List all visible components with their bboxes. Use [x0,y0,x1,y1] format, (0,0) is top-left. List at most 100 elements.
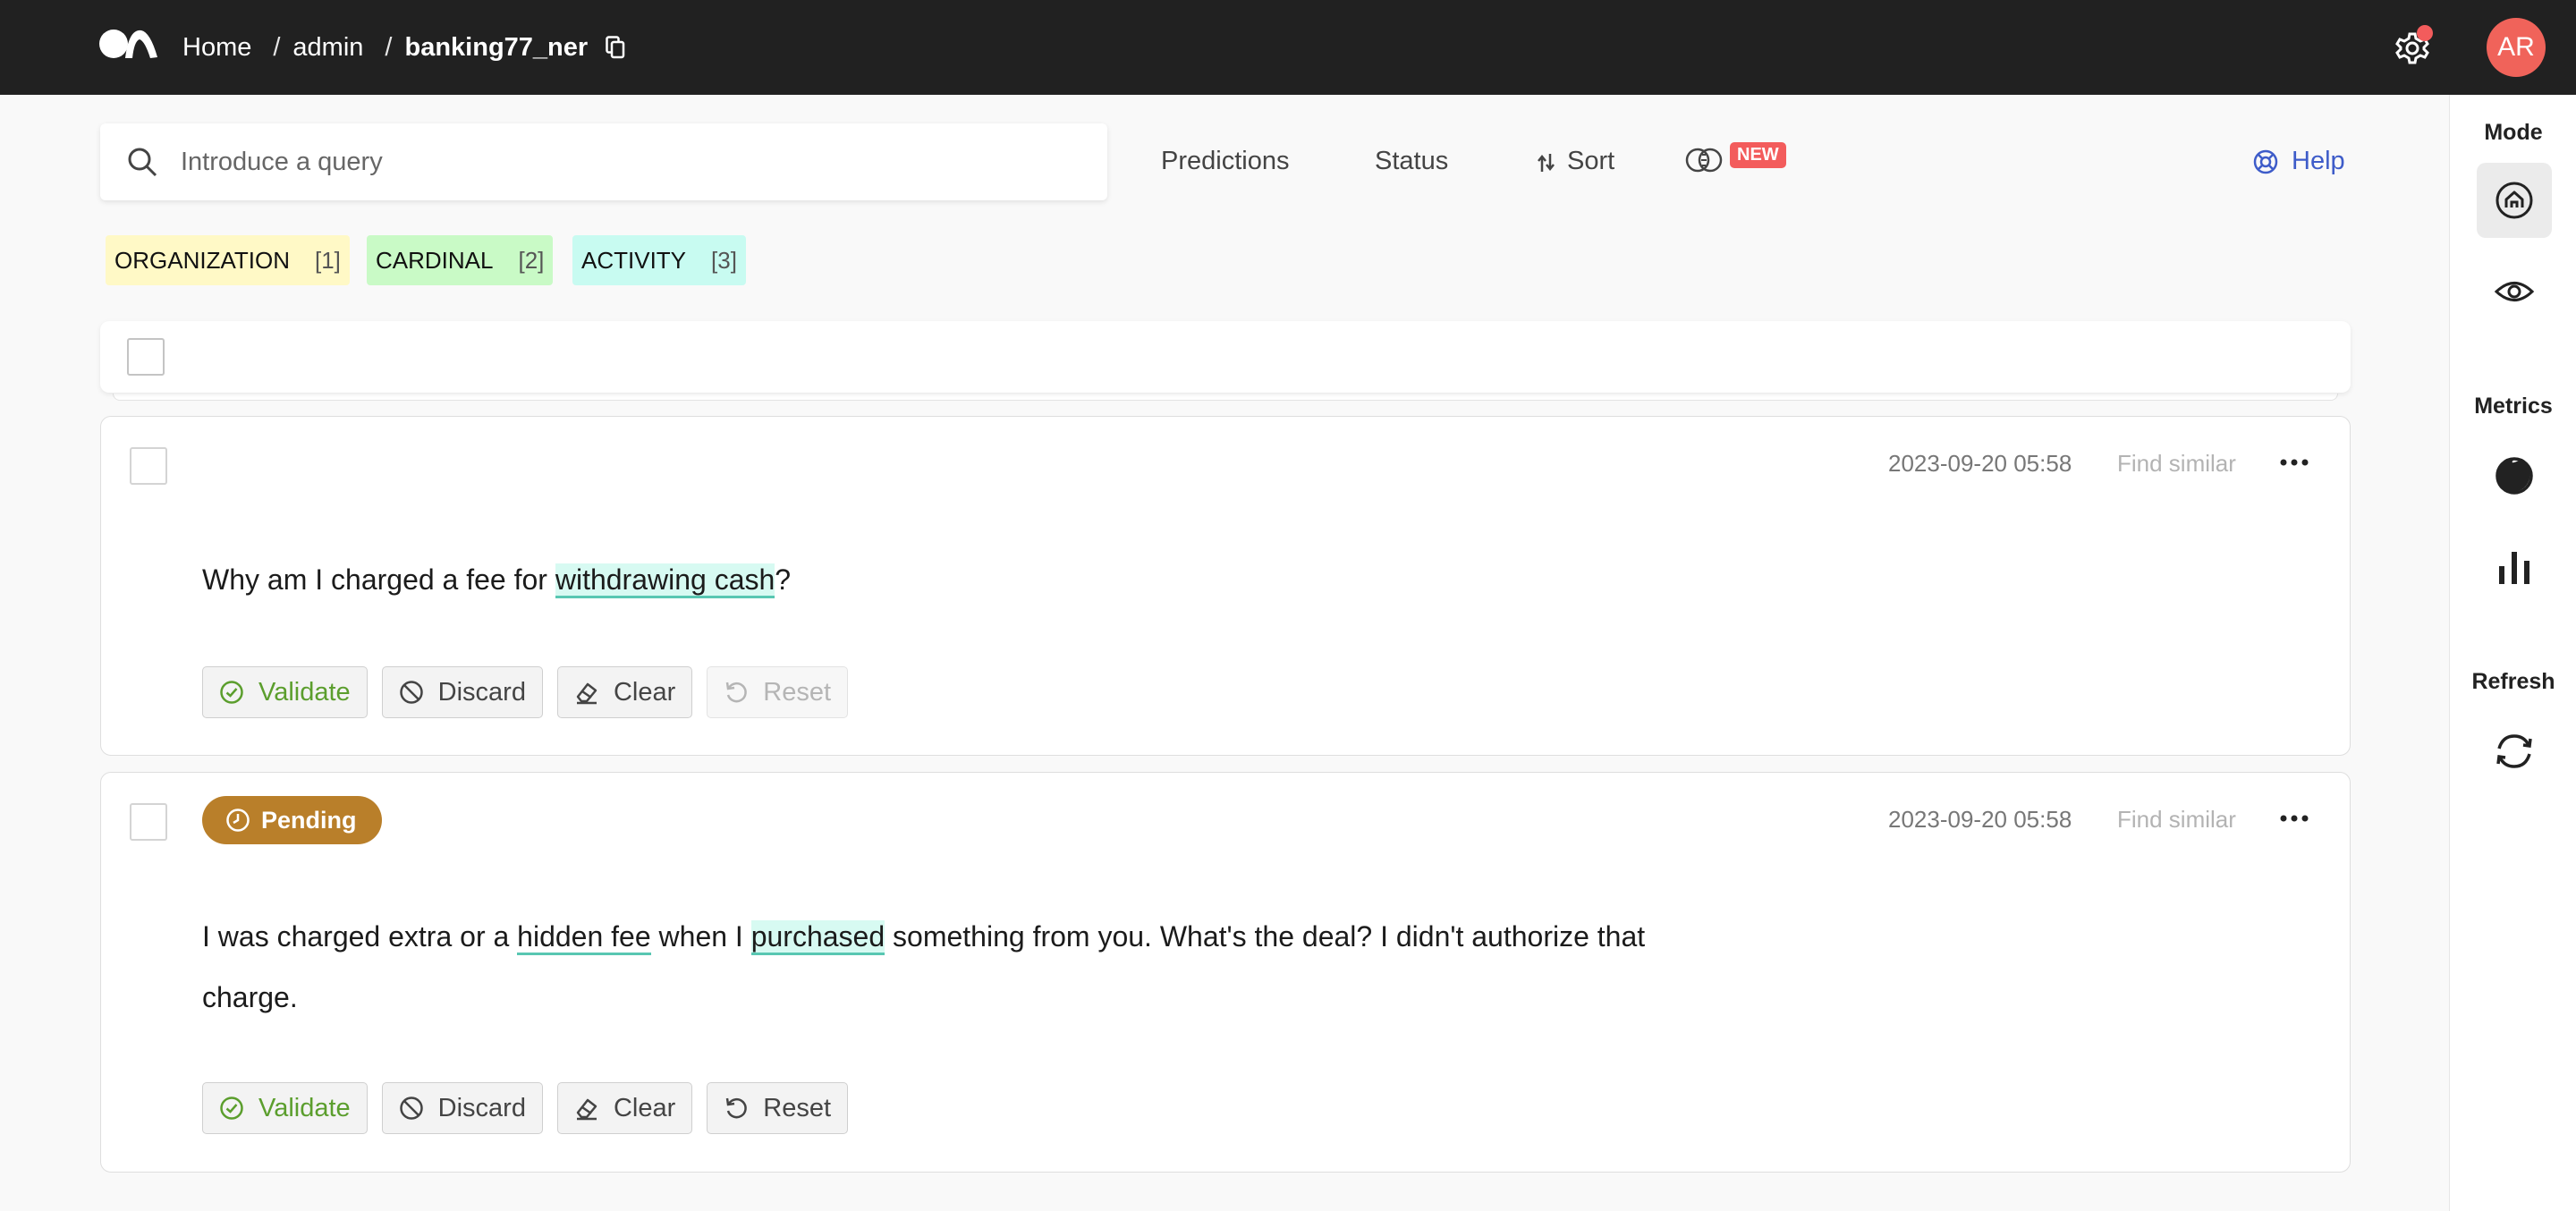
similarity-filter[interactable]: NEW [1683,141,1786,174]
label-chip-name: ACTIVITY [581,246,687,274]
search-bar [100,123,1107,200]
record-text: I was charged extra or a hidden fee when… [202,906,1723,1028]
label-chip-activity[interactable]: ACTIVITY [3] [572,235,746,285]
sort-filter[interactable]: Sort [1537,147,1614,176]
eraser-icon [576,1098,597,1121]
text-segment: I was charged extra or a [202,920,518,953]
new-badge: NEW [1730,141,1786,168]
metrics-title: Metrics [2474,394,2553,419]
refresh-icon [2496,734,2532,768]
search-icon [128,148,157,177]
label-chip-name: ORGANIZATION [114,246,290,274]
annotate-mode-button[interactable] [2477,163,2552,238]
bar-chart-icon [2499,552,2529,584]
validate-button[interactable]: Validate [202,1082,368,1134]
more-options-icon[interactable] [2280,458,2309,467]
refresh-button[interactable] [2477,714,2552,789]
more-options-icon[interactable] [2280,814,2309,823]
reset-label: Reset [763,1093,832,1122]
lifebuoy-icon [2253,149,2278,174]
discard-label: Discard [437,1093,526,1122]
reset-icon [726,682,748,703]
help-label: Help [2292,147,2345,175]
help-link[interactable]: Help [2252,147,2345,176]
breadcrumb-dataset: banking77_ner [404,32,589,62]
list-stack-edge [113,394,2338,401]
text-segment: when I [650,920,751,953]
breadcrumb-separator: / [385,32,393,62]
sort-label: Sort [1567,147,1615,175]
clear-label: Clear [613,1093,676,1122]
right-sidebar: Mode Metrics Refresh [2449,95,2576,1211]
label-chip-organization[interactable]: ORGANIZATION [1] [106,235,350,285]
predictions-filter[interactable]: Predictions [1161,147,1289,176]
user-avatar[interactable]: AR [2487,18,2546,77]
label-chip-name: CARDINAL [376,246,494,274]
find-similar-button[interactable]: Find similar [2117,450,2236,478]
record-checkbox[interactable] [130,447,167,485]
similarity-icon [1685,148,1723,173]
find-similar-button[interactable]: Find similar [2117,806,2236,834]
check-circle-icon [220,1097,243,1120]
stats-metrics-button[interactable] [2477,529,2552,605]
bulk-select-bar [100,321,2351,393]
clock-icon [226,809,250,832]
eye-icon [2494,282,2535,301]
discard-button[interactable]: Discard [381,1082,543,1134]
record-checkbox[interactable] [130,803,167,841]
discard-button[interactable]: Discard [381,666,543,718]
clear-button[interactable]: Clear [556,666,693,718]
copy-icon[interactable] [606,36,625,59]
argilla-logo-icon[interactable] [98,27,159,61]
annotate-mode-icon [2496,182,2533,219]
top-bar: Home / admin / banking77_ner AR [0,0,2576,95]
label-chip-cardinal[interactable]: CARDINAL [2] [367,235,554,285]
notification-dot [2417,25,2433,41]
select-all-checkbox[interactable] [127,338,165,376]
reset-button[interactable]: Reset [707,1082,849,1134]
record-date: 2023-09-20 05:58 [1888,806,2072,833]
status-filter[interactable]: Status [1375,147,1448,176]
reset-icon [726,1097,748,1119]
record-date: 2023-09-20 05:58 [1888,450,2072,477]
record-card: 2023-09-20 05:58 Find similar Why am I c… [100,416,2351,756]
status-badge-pending: Pending [202,796,382,844]
breadcrumb: Home / admin / banking77_ner [182,0,625,95]
entity-activity[interactable]: purchased [750,920,886,955]
record-actions: Validate Discard Clear Reset [202,1082,849,1134]
breadcrumb-workspace[interactable]: admin [292,33,363,63]
record-text: Why am I charged a fee for withdrawing c… [202,549,1723,610]
reset-button[interactable]: Reset [707,666,849,718]
clear-button[interactable]: Clear [556,1082,693,1134]
entity-activity[interactable]: withdrawing cash [555,563,775,598]
refresh-title: Refresh [2471,669,2555,694]
settings-button[interactable] [2388,23,2436,72]
pie-chart-icon [2496,457,2533,495]
search-input[interactable] [181,147,1075,177]
check-circle-icon [220,681,243,704]
entity-cardinal[interactable]: hidden fee [517,920,651,955]
label-chip-shortcut: [3] [711,246,737,274]
validate-label: Validate [258,677,351,707]
label-chip-shortcut: [1] [314,246,341,274]
text-segment: ? [775,563,792,596]
clear-label: Clear [613,677,676,707]
reset-label: Reset [763,677,832,707]
breadcrumb-home[interactable]: Home [182,33,251,63]
label-chip-shortcut: [2] [518,246,545,274]
record-actions: Validate Discard Clear Reset [202,666,849,718]
text-segment: Why am I charged a fee for [202,563,555,596]
sort-icon [1538,153,1555,172]
mode-title: Mode [2484,120,2543,145]
eraser-icon [576,682,597,705]
discard-icon [399,1097,423,1120]
status-label: Pending [261,806,357,834]
explore-mode-button[interactable] [2477,254,2552,329]
progress-metrics-button[interactable] [2477,438,2552,513]
discard-label: Discard [437,677,526,707]
validate-label: Validate [258,1093,351,1122]
discard-icon [399,681,423,704]
breadcrumb-separator: / [273,32,281,62]
record-card: Pending 2023-09-20 05:58 Find similar I … [100,772,2351,1173]
validate-button[interactable]: Validate [202,666,368,718]
